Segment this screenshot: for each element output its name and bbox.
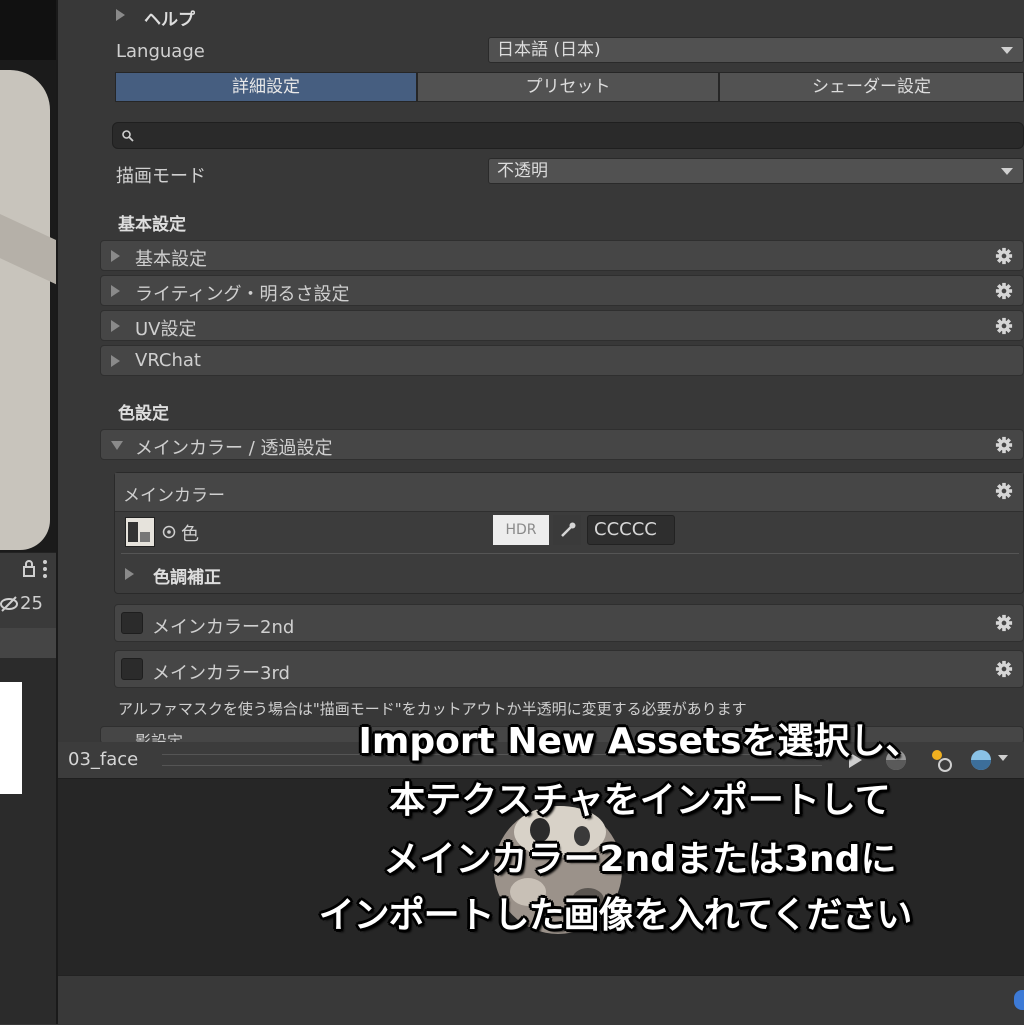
asset-thumbnail[interactable] [0,682,22,794]
lock-icon[interactable] [22,559,36,577]
gear-icon[interactable] [995,436,1013,454]
foldout-lighting-settings[interactable]: ライティング・明るさ設定 [100,275,1024,306]
tab-preset[interactable]: プリセット [417,72,719,102]
expand-arrow-icon [111,320,120,332]
foldout-main-color[interactable]: メインカラー / 透過設定 [100,429,1024,460]
hidden-eye-icon[interactable] [0,596,18,612]
render-mode-label: 描画モード [116,166,206,187]
chevron-down-icon [1001,168,1013,175]
expand-arrow-icon[interactable] [125,568,134,580]
tab-shader-settings[interactable]: シェーダー設定 [719,72,1024,102]
search-input[interactable] [112,122,1024,149]
language-label: Language [116,41,205,62]
eyedropper-button[interactable] [553,515,581,545]
main-color-box: メインカラー 色 HDR CCCCC 色調補正 [114,472,1024,594]
expand-arrow-icon [111,250,120,262]
status-bar [58,975,1024,1025]
model-face-render [0,70,50,550]
main-color-3rd-checkbox[interactable] [121,658,143,680]
expand-arrow-icon [111,285,120,297]
color-label: 色 [181,524,199,545]
target-picker-icon[interactable] [162,525,176,539]
instruction-caption-line-4: インポートした画像を入れてください [318,895,913,936]
gear-icon[interactable] [995,247,1013,265]
gear-icon[interactable] [995,614,1013,632]
help-foldout[interactable]: ヘルプ [144,5,195,30]
gear-icon[interactable] [995,660,1013,678]
foldout-vrchat[interactable]: VRChat [100,345,1024,376]
eyedropper-icon [561,522,576,537]
instruction-caption-line-1: Import New Assetsを選択し、 [358,721,922,762]
tab-advanced-settings[interactable]: 詳細設定 [115,72,417,102]
foldout-uv-settings[interactable]: UV設定 [100,310,1024,341]
texture-thumbnail[interactable] [125,517,155,547]
main-color-2nd-checkbox[interactable] [121,612,143,634]
foldout-main-color-2nd[interactable]: メインカラー2nd [114,604,1024,642]
preview-title: 03_face [68,749,139,770]
gear-icon[interactable] [995,317,1013,335]
expand-arrow-icon [111,355,120,367]
foldout-main-color-3rd[interactable]: メインカラー3rd [114,650,1024,688]
hidden-count: 25 [20,593,43,614]
color-swatch-hdr[interactable]: HDR [493,515,549,545]
scene-viewport[interactable] [0,0,56,552]
language-dropdown[interactable]: 日本語 (日本) [488,37,1024,63]
search-icon [122,130,134,142]
color-hex-field[interactable]: CCCCC [587,515,675,545]
gear-icon[interactable] [995,282,1013,300]
scene-toolbar [0,552,56,589]
section-basic-settings: 基本設定 [118,215,186,235]
gear-icon[interactable] [995,482,1013,500]
help-expand-arrow-icon[interactable] [116,9,125,21]
render-mode-dropdown[interactable]: 不透明 [488,158,1024,184]
main-color-title: メインカラー [123,486,225,506]
foldout-basic-settings[interactable]: 基本設定 [100,240,1024,271]
instruction-caption-line-2: 本テクスチャをインポートして [389,780,891,821]
notification-icon[interactable] [1014,990,1024,1010]
more-icon[interactable] [42,559,48,579]
section-color-settings: 色設定 [118,404,169,424]
collapse-arrow-icon [111,441,123,450]
chevron-down-icon [1001,47,1013,54]
instruction-caption-line-3: メインカラー2ndまたは3ndに [383,839,897,880]
scene-view-panel: 25 [0,0,56,1024]
tone-correction-foldout[interactable]: 色調補正 [153,563,221,588]
